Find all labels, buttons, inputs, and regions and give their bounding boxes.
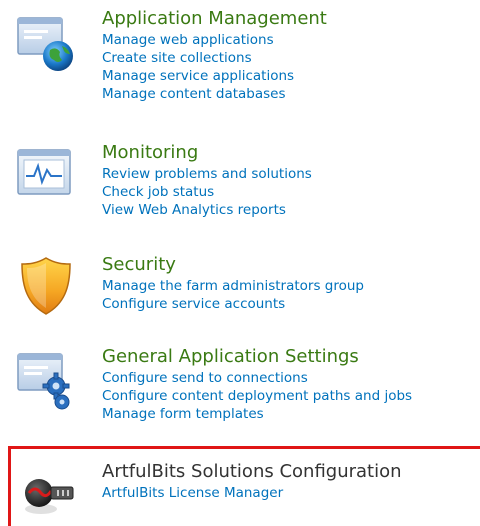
link-list: Manage web applications Create site coll… bbox=[102, 31, 480, 103]
manage-form-templates-link[interactable]: Manage form templates bbox=[102, 405, 480, 423]
manage-farm-administrators-link[interactable]: Manage the farm administrators group bbox=[102, 277, 480, 295]
section-general-application-settings: General Application Settings Configure s… bbox=[0, 346, 480, 442]
monitoring-icon bbox=[14, 146, 78, 210]
review-problems-link[interactable]: Review problems and solutions bbox=[102, 165, 480, 183]
general-settings-icon bbox=[14, 350, 78, 414]
section-artfulbits-solutions-configuration: ArtfulBits Solutions Configuration Artfu… bbox=[8, 446, 480, 526]
application-management-icon bbox=[14, 14, 78, 78]
section-title[interactable]: General Application Settings bbox=[102, 346, 480, 368]
manage-web-applications-link[interactable]: Manage web applications bbox=[102, 31, 480, 49]
section-content: ArtfulBits Solutions Configuration Artfu… bbox=[102, 461, 480, 502]
configure-service-accounts-link[interactable]: Configure service accounts bbox=[102, 295, 480, 313]
section-content: Application Management Manage web applic… bbox=[102, 8, 480, 103]
configure-send-to-connections-link[interactable]: Configure send to connections bbox=[102, 369, 480, 387]
section-monitoring: Monitoring Review problems and solutions… bbox=[0, 142, 480, 236]
create-site-collections-link[interactable]: Create site collections bbox=[102, 49, 480, 67]
section-title[interactable]: Monitoring bbox=[102, 142, 480, 164]
section-content: General Application Settings Configure s… bbox=[102, 346, 480, 423]
configure-content-deployment-link[interactable]: Configure content deployment paths and j… bbox=[102, 387, 480, 405]
section-security: Security Manage the farm administrators … bbox=[0, 254, 480, 330]
link-list: Manage the farm administrators group Con… bbox=[102, 277, 480, 313]
artfulbits-license-manager-link[interactable]: ArtfulBits License Manager bbox=[102, 484, 480, 502]
section-application-management: Application Management Manage web applic… bbox=[0, 8, 480, 124]
link-list: Configure send to connections Configure … bbox=[102, 369, 480, 423]
section-title[interactable]: ArtfulBits Solutions Configuration bbox=[102, 461, 480, 483]
view-web-analytics-link[interactable]: View Web Analytics reports bbox=[102, 201, 480, 219]
manage-content-databases-link[interactable]: Manage content databases bbox=[102, 85, 480, 103]
section-content: Monitoring Review problems and solutions… bbox=[102, 142, 480, 219]
check-job-status-link[interactable]: Check job status bbox=[102, 183, 480, 201]
central-administration-page: Application Management Manage web applic… bbox=[0, 0, 480, 526]
artfulbits-icon bbox=[17, 463, 81, 526]
security-shield-icon bbox=[14, 254, 78, 318]
section-title[interactable]: Security bbox=[102, 254, 480, 276]
link-list: ArtfulBits License Manager bbox=[102, 484, 480, 502]
manage-service-applications-link[interactable]: Manage service applications bbox=[102, 67, 480, 85]
section-title[interactable]: Application Management bbox=[102, 8, 480, 30]
section-content: Security Manage the farm administrators … bbox=[102, 254, 480, 313]
link-list: Review problems and solutions Check job … bbox=[102, 165, 480, 219]
